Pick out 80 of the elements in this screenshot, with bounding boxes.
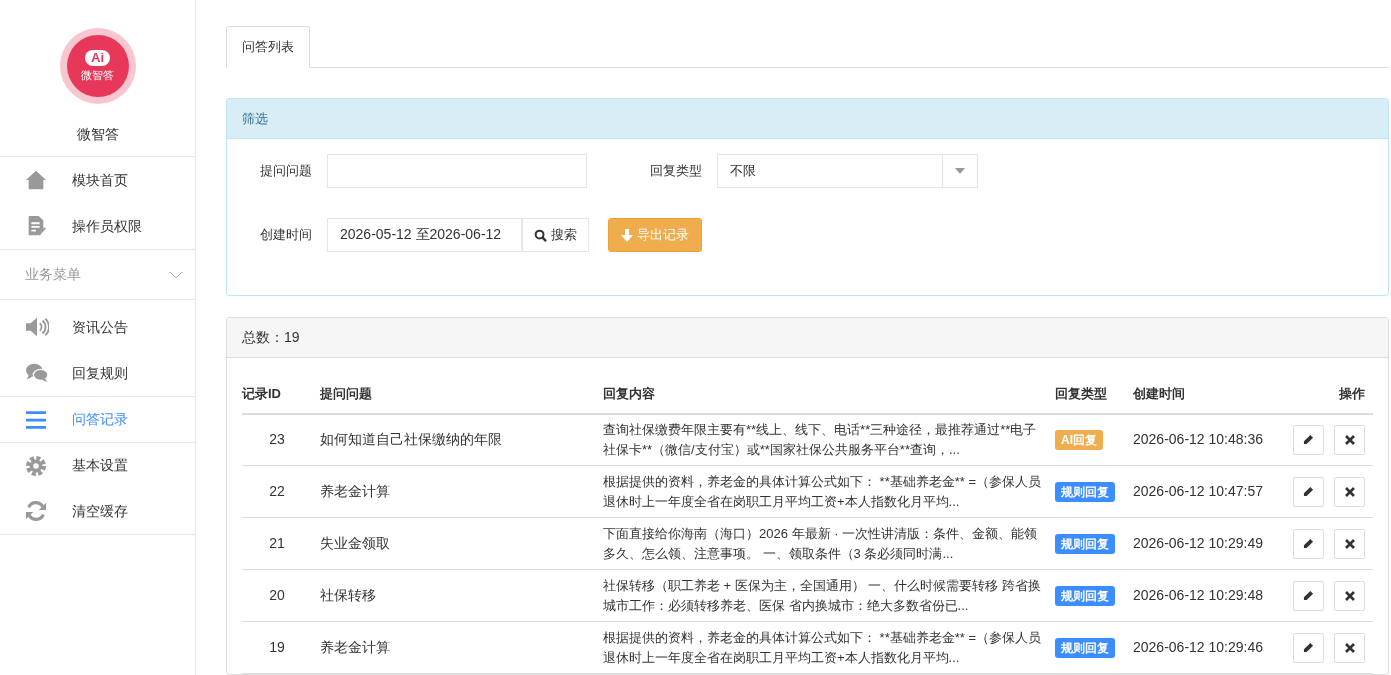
input-field[interactable] <box>327 154 587 188</box>
delete-button[interactable] <box>1334 424 1365 455</box>
table-cell: 23 <box>242 413 312 466</box>
table-cell: 失业金领取 <box>312 517 595 570</box>
column-header: 操作 <box>1285 375 1373 414</box>
caret-icon <box>955 168 965 174</box>
edit-button[interactable] <box>1293 580 1324 611</box>
select-field[interactable]: 不限 <box>717 154 978 188</box>
menu-icon <box>25 408 47 431</box>
chevron-icon <box>169 270 183 279</box>
column-header: 提问问题 <box>312 375 595 414</box>
column-header: 回复内容 <box>595 375 1047 414</box>
search-button[interactable]: 搜索 <box>522 218 589 252</box>
logo-caption: 微智答 <box>81 68 114 82</box>
close-icon <box>1344 486 1355 497</box>
search-icon <box>534 228 547 242</box>
pencil-icon <box>1303 434 1314 446</box>
pencil-icon <box>1303 538 1314 549</box>
sidebar-item[interactable]: 操作员权限 <box>0 203 195 249</box>
pencil-icon <box>1303 642 1314 653</box>
reply-type-badge: 规则回复 <box>1055 482 1115 502</box>
logo-text: Ai <box>85 50 110 66</box>
field-label: 回复类型 <box>649 162 703 181</box>
close-icon <box>1344 590 1355 601</box>
field-label: 提问问题 <box>259 162 313 181</box>
total-count: 总数：19 <box>242 327 300 347</box>
edit-button[interactable] <box>1293 424 1324 455</box>
close-icon <box>1344 434 1355 445</box>
reply-type-badge: 规则回复 <box>1055 586 1115 606</box>
table-cell: 社保转移 <box>312 569 595 622</box>
reply-type-badge: 规则回复 <box>1055 638 1115 658</box>
table-cell: 下面直接给你海南（海口）2026 年最新 · 一次性讲清版：条件、金额、能领多久、怎么领、注意事项。 一、领取条件（3 条必须同时满... <box>595 517 1047 570</box>
field-label: 创建时间 <box>259 226 313 245</box>
column-header: 创建时间 <box>1125 375 1285 414</box>
table-cell: 查询社保缴费年限主要有**线上、线下、电话**三种途径，最推荐通过**电子社保卡**（微信/支付宝）或**国家社保公共服务平台**查询，... <box>595 413 1047 466</box>
sidebar-item[interactable]: 基本设置 <box>0 442 195 488</box>
edit-button[interactable] <box>1293 476 1324 507</box>
column-header: 记录ID <box>242 375 312 414</box>
sidebar-item[interactable]: 清空缓存 <box>0 488 195 534</box>
panel-title: 筛选 <box>242 109 268 128</box>
table-cell: 2026-06-12 10:29:46 <box>1125 621 1285 674</box>
download-icon <box>621 228 633 242</box>
tab[interactable]: 问答列表 <box>226 26 310 68</box>
table-cell: 根据提供的资料，养老金的具体计算公式如下： **基础养老金** =（参保人员退休时上一年度全省在岗职工月平均工资+本人指数化月平均... <box>595 621 1047 674</box>
table-cell: 2026-06-12 10:47:57 <box>1125 465 1285 518</box>
table-cell: 如何知道自己社保缴纳的年限 <box>312 413 595 466</box>
reply-type-badge: AI回复 <box>1055 430 1103 451</box>
table-cell: 20 <box>242 569 312 622</box>
table-cell: 2026-06-12 10:29:49 <box>1125 517 1285 570</box>
refresh-icon <box>25 500 47 522</box>
table-cell: 养老金计算 <box>312 621 595 674</box>
delete-button[interactable] <box>1334 632 1365 663</box>
column-header: 回复类型 <box>1047 375 1125 414</box>
app-name: 微智答 <box>76 125 119 144</box>
date-range-field[interactable]: 2026-05-12 至2026-06-12 <box>327 218 522 252</box>
sidebar-item[interactable]: 模块首页 <box>0 157 195 203</box>
table-cell: 根据提供的资料，养老金的具体计算公式如下： **基础养老金** =（参保人员退休时上一年度全省在岗职工月平均工资+本人指数化月平均... <box>595 465 1047 518</box>
table-cell: 21 <box>242 517 312 570</box>
table-cell: 2026-06-12 10:29:48 <box>1125 569 1285 622</box>
table-cell: 19 <box>242 621 312 674</box>
edit-button[interactable] <box>1293 528 1324 559</box>
table-cell: 22 <box>242 465 312 518</box>
close-icon <box>1344 642 1355 653</box>
delete-button[interactable] <box>1334 528 1365 559</box>
settings-icon <box>25 454 47 477</box>
home-icon <box>25 169 47 191</box>
table-cell: 2026-06-12 10:48:36 <box>1125 413 1285 466</box>
close-icon <box>1344 538 1355 549</box>
speaker-icon <box>25 316 49 338</box>
pencil-icon <box>1303 590 1314 601</box>
sidebar-item[interactable]: 资讯公告 <box>0 304 195 350</box>
sidebar-item[interactable]: 回复规则 <box>0 350 195 396</box>
table-cell: 社保转移（职工养老 + 医保为主，全国通用） 一、什么时候需要转移 跨省换城市工作：必须转移养老、医保 省内换城市：绝大多数省份已... <box>595 569 1047 622</box>
reply-type-badge: 规则回复 <box>1055 534 1115 554</box>
delete-button[interactable] <box>1334 476 1365 507</box>
pencil-icon <box>1303 486 1314 497</box>
delete-button[interactable] <box>1334 580 1365 611</box>
table-cell: 养老金计算 <box>312 465 595 518</box>
chat-icon <box>25 362 49 384</box>
edit-button[interactable] <box>1293 632 1324 663</box>
